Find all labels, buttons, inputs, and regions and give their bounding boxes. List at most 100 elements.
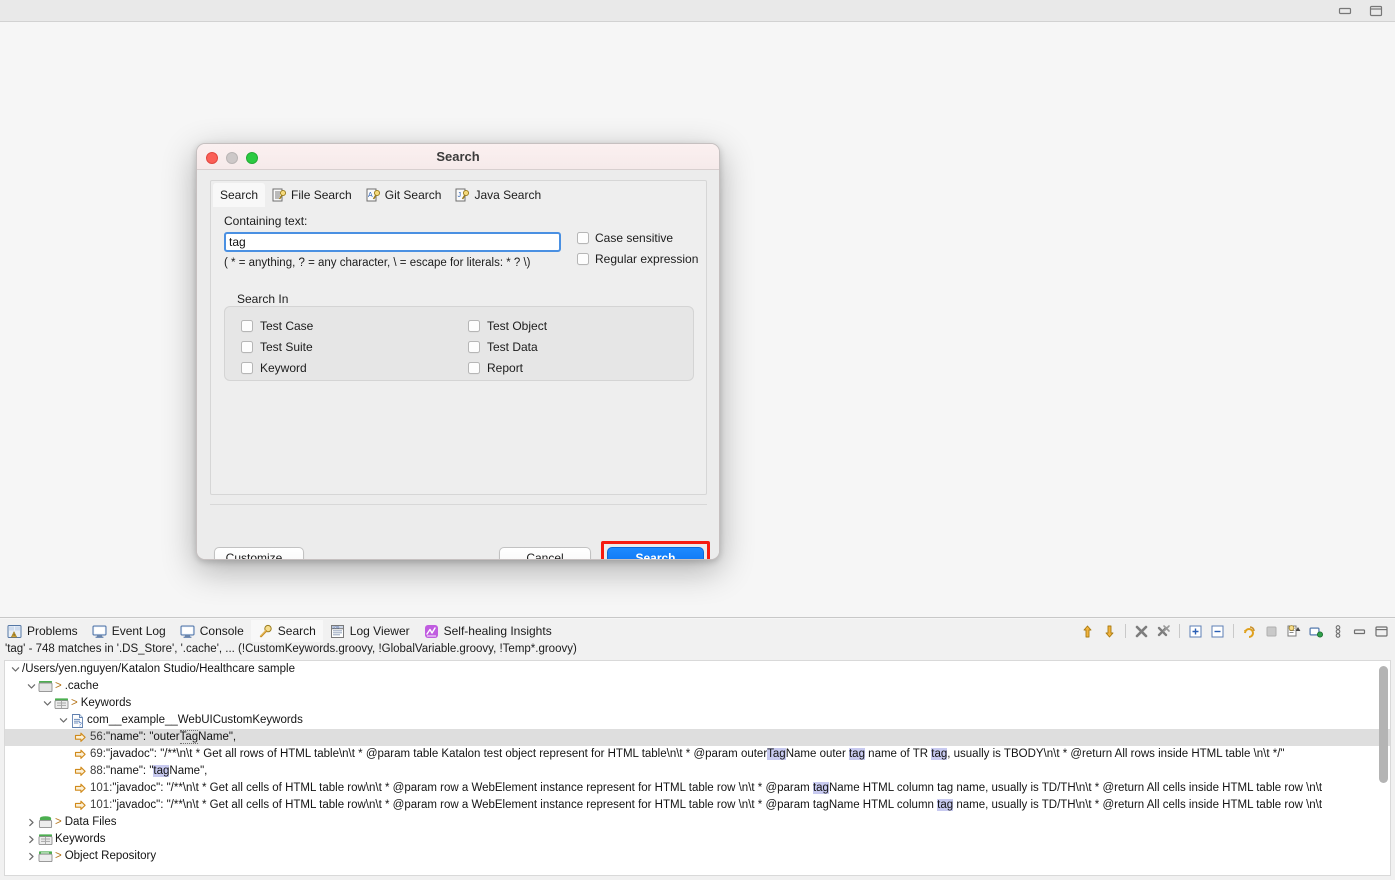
match-highlight-focused: Tag	[180, 730, 199, 744]
results-scrollbar-thumb[interactable]	[1379, 666, 1388, 783]
tab-console-label: Console	[200, 624, 244, 638]
tree-node-row[interactable]: ?com__example__WebUICustomKeywords	[5, 712, 1390, 729]
match-line-number: 69:	[90, 746, 106, 763]
keywords-folder-icon	[38, 832, 53, 847]
tree-node-row[interactable]: /Users/yen.nguyen/Katalon Studio/Healthc…	[5, 661, 1390, 678]
tree-node-arrow: >	[55, 848, 62, 865]
tree-node-row[interactable]: Keywords	[5, 831, 1390, 848]
containing-text-label: Containing text:	[224, 214, 307, 228]
view-menu-icon[interactable]	[1328, 622, 1347, 641]
chevron-down-icon[interactable]	[9, 665, 22, 674]
tab-git-search[interactable]: A Git Search	[359, 183, 449, 207]
test-object-label: Test Object	[487, 319, 547, 333]
tree-node-row[interactable]: >.cache	[5, 678, 1390, 695]
tab-self-healing-insights[interactable]: Self-healing Insights	[417, 620, 559, 642]
chevron-right-icon[interactable]	[25, 835, 38, 844]
search-results-tree[interactable]: /Users/yen.nguyen/Katalon Studio/Healthc…	[4, 660, 1391, 876]
search-in-test-case-checkbox[interactable]: Test Case	[241, 319, 313, 333]
toolbar-separator	[1125, 624, 1126, 638]
customize-button[interactable]: Customize...	[214, 547, 304, 560]
search-match-row[interactable]: 56: "name": "outerTagName",	[5, 729, 1390, 746]
case-sensitive-checkbox-box	[577, 232, 589, 244]
groovy-file-icon: ?	[70, 713, 85, 728]
test-data-checkbox-box	[468, 341, 480, 353]
remove-selected-matches-icon[interactable]	[1132, 622, 1151, 641]
dialog-title: Search	[197, 149, 719, 164]
containing-text-input[interactable]	[224, 232, 561, 252]
chevron-right-icon[interactable]	[25, 852, 38, 861]
search-match-row[interactable]: 101: "javadoc": "/**\n\t * Get all cells…	[5, 780, 1390, 797]
tree-node-label: .cache	[65, 678, 99, 695]
match-text: "javadoc": "/**\n\t * Get all rows of HT…	[106, 746, 1285, 763]
pin-search-view-icon[interactable]	[1306, 622, 1325, 641]
dialog-tab-strip: Search File Search	[211, 181, 708, 207]
search-in-test-data-checkbox[interactable]: Test Data	[468, 340, 538, 354]
match-highlight: tag	[813, 782, 829, 794]
remove-all-matches-icon[interactable]	[1154, 622, 1173, 641]
match-line-number: 88:	[90, 763, 106, 780]
tree-node-row[interactable]: >Data Files	[5, 814, 1390, 831]
stop-icon[interactable]	[1262, 622, 1281, 641]
match-text: "javadoc": "/**\n\t * Get all cells of H…	[112, 780, 1322, 797]
maximize-panel-icon[interactable]	[1372, 622, 1391, 641]
minimize-panel-icon[interactable]	[1350, 622, 1369, 641]
tab-search-label: Search	[220, 188, 258, 202]
file-search-icon	[272, 188, 287, 203]
tree-node-row[interactable]: >Keywords	[5, 695, 1390, 712]
match-text: "javadoc": "/**\n\t * Get all cells of H…	[112, 797, 1322, 814]
tab-java-search-label: Java Search	[474, 188, 541, 202]
search-tab-panel: Search File Search	[210, 180, 707, 495]
cancel-button[interactable]: Cancel	[499, 547, 591, 560]
chevron-down-icon[interactable]	[41, 699, 54, 708]
tab-search[interactable]: Search	[213, 183, 265, 207]
window-minimize-icon[interactable]	[1338, 5, 1352, 17]
tab-file-search[interactable]: File Search	[265, 183, 359, 207]
dialog-body: Search File Search	[197, 170, 720, 560]
tab-log-viewer[interactable]: LOG Log Viewer	[323, 620, 417, 642]
run-previous-search-icon[interactable]	[1240, 622, 1259, 641]
test-suite-checkbox-box	[241, 341, 253, 353]
tree-node-label: /Users/yen.nguyen/Katalon Studio/Healthc…	[22, 661, 295, 678]
match-arrow-icon	[73, 798, 88, 813]
tab-problems[interactable]: Problems	[0, 620, 85, 642]
tab-event-log[interactable]: Event Log	[85, 620, 173, 642]
tab-console[interactable]: Console	[173, 620, 251, 642]
search-button[interactable]: Search	[607, 547, 704, 560]
search-match-row[interactable]: 101: "javadoc": "/**\n\t * Get all cells…	[5, 797, 1390, 814]
toolbar-separator	[1179, 624, 1180, 638]
regular-expression-checkbox[interactable]: Regular expression	[577, 252, 698, 266]
match-line-number: 56:	[90, 729, 106, 746]
tree-node-arrow: >	[55, 814, 62, 831]
collapse-all-icon[interactable]	[1208, 622, 1227, 641]
tree-node-label: Data Files	[65, 814, 117, 831]
search-in-test-object-checkbox[interactable]: Test Object	[468, 319, 547, 333]
case-sensitive-checkbox[interactable]: Case sensitive	[577, 231, 673, 245]
search-match-row[interactable]: 88: "name": "tagName",	[5, 763, 1390, 780]
toolbar-separator	[1233, 624, 1234, 638]
search-in-test-suite-checkbox[interactable]: Test Suite	[241, 340, 313, 354]
containing-text-hint: ( * = anything, ? = any character, \ = e…	[224, 257, 531, 269]
tab-search-results[interactable]: Search	[251, 620, 323, 642]
match-text: "name": "outerTagName",	[106, 729, 236, 746]
tree-node-label: Object Repository	[65, 848, 156, 865]
folder-icon	[38, 679, 53, 694]
expand-all-icon[interactable]	[1186, 622, 1205, 641]
show-previous-searches-icon[interactable]	[1284, 622, 1303, 641]
results-scrollbar[interactable]	[1379, 664, 1388, 873]
search-in-report-checkbox[interactable]: Report	[468, 361, 523, 375]
next-match-icon[interactable]	[1100, 622, 1119, 641]
search-in-keyword-checkbox[interactable]: Keyword	[241, 361, 307, 375]
dialog-titlebar: Search	[197, 144, 719, 170]
chevron-right-icon[interactable]	[25, 818, 38, 827]
regular-expression-checkbox-box	[577, 253, 589, 265]
case-sensitive-label: Case sensitive	[595, 231, 673, 245]
tree-node-row[interactable]: >Object Repository	[5, 848, 1390, 865]
chevron-down-icon[interactable]	[57, 716, 70, 725]
svg-text:A: A	[368, 192, 373, 199]
search-match-row[interactable]: 69: "javadoc": "/**\n\t * Get all rows o…	[5, 746, 1390, 763]
window-maximize-icon[interactable]	[1369, 5, 1383, 17]
tab-java-search[interactable]: J Java Search	[448, 183, 548, 207]
previous-match-icon[interactable]	[1078, 622, 1097, 641]
chevron-down-icon[interactable]	[25, 682, 38, 691]
match-line-number: 101:	[90, 797, 112, 814]
